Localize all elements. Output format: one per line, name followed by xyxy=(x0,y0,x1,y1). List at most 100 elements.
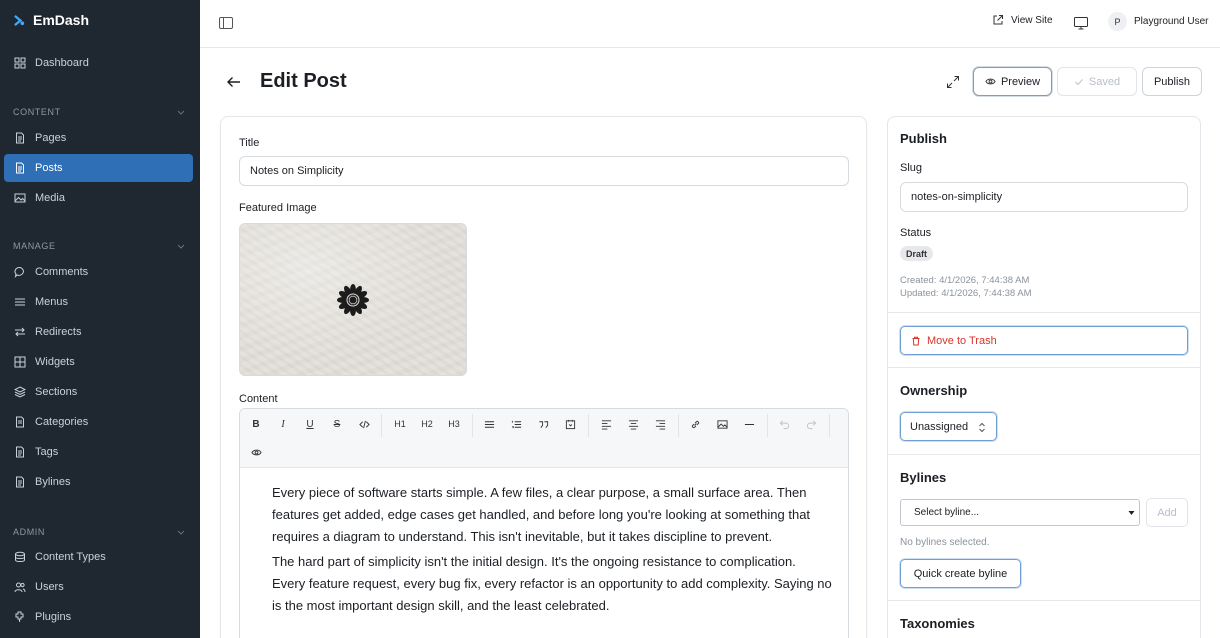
sidebar-item-label: Sections xyxy=(35,386,78,398)
code-block-button[interactable] xyxy=(562,416,578,432)
expand-icon[interactable] xyxy=(946,75,960,89)
blockquote-button[interactable] xyxy=(535,416,551,432)
tag-icon xyxy=(14,446,26,458)
sidebar-item-redirects[interactable]: Redirects xyxy=(4,318,193,346)
ordered-list-button[interactable] xyxy=(508,416,524,432)
ownership-select[interactable]: Unassigned xyxy=(900,412,997,441)
sidebar-item-label: Users xyxy=(35,581,64,593)
editor-content[interactable]: Every piece of software starts simple. A… xyxy=(240,468,848,617)
byline-select[interactable]: Select byline... xyxy=(900,499,1140,526)
sidebar: EmDash Dashboard CONTENT Pages Posts Med… xyxy=(0,0,200,638)
heading3-button[interactable]: H3 xyxy=(446,416,462,432)
undo-icon xyxy=(779,420,789,429)
external-link-icon xyxy=(993,15,1003,25)
horizontal-rule-icon xyxy=(744,423,754,425)
link-button[interactable] xyxy=(687,416,703,432)
code-block-icon xyxy=(565,419,575,429)
database-icon xyxy=(14,551,26,563)
sidebar-item-label: Widgets xyxy=(35,356,75,368)
redo-button[interactable] xyxy=(803,416,819,432)
editor-toolbar: B I U S H1 H2 H3 xyxy=(240,409,848,468)
sidebar-item-sections[interactable]: Sections xyxy=(4,378,193,406)
sidebar-item-posts[interactable]: Posts xyxy=(4,154,193,182)
sidebar-item-label: Dashboard xyxy=(35,57,89,69)
sidebar-item-menus[interactable]: Menus xyxy=(4,288,193,316)
sidebar-item-label: Posts xyxy=(35,162,63,174)
category-icon xyxy=(14,416,26,428)
preview-mode-button[interactable] xyxy=(248,444,264,460)
chevron-down-icon xyxy=(177,244,185,249)
strikethrough-button[interactable]: S xyxy=(329,416,345,432)
align-left-button[interactable] xyxy=(598,416,614,432)
add-byline-button[interactable]: Add xyxy=(1146,498,1188,527)
sidebar-item-plugins[interactable]: Plugins xyxy=(4,603,193,631)
align-left-icon xyxy=(601,419,611,430)
sidebar-item-comments[interactable]: Comments xyxy=(4,258,193,286)
heading1-button[interactable]: H1 xyxy=(392,416,408,432)
publish-label: Publish xyxy=(1153,75,1191,88)
slug-input[interactable]: notes-on-simplicity xyxy=(900,182,1188,212)
section-label-manage[interactable]: MANAGE xyxy=(13,241,185,251)
divider xyxy=(888,367,1200,368)
toolbar-divider xyxy=(767,414,768,437)
users-icon xyxy=(14,581,26,593)
code-button[interactable] xyxy=(356,416,372,432)
publish-button[interactable]: Publish xyxy=(1142,67,1202,96)
move-to-trash-button[interactable]: Move to Trash xyxy=(900,326,1188,355)
chevron-down-icon xyxy=(177,530,185,535)
italic-button[interactable]: I xyxy=(275,416,291,432)
brand[interactable]: EmDash xyxy=(0,0,200,40)
bold-button[interactable]: B xyxy=(248,416,264,432)
sidebar-toggle-icon[interactable] xyxy=(218,15,234,31)
created-timestamp: Created: 4/1/2026, 7:44:38 AM xyxy=(900,275,1030,286)
horizontal-rule-button[interactable] xyxy=(741,416,757,432)
sidebar-item-widgets[interactable]: Widgets xyxy=(4,348,193,376)
sidebar-item-label: Pages xyxy=(35,132,67,144)
featured-image[interactable] xyxy=(239,223,467,376)
sidebar-item-media[interactable]: Media xyxy=(4,184,193,212)
preview-button[interactable]: Preview xyxy=(973,67,1052,96)
user-menu[interactable]: P Playground User xyxy=(1108,12,1208,31)
post-icon xyxy=(14,162,26,174)
align-right-icon xyxy=(655,419,665,430)
section-label-content[interactable]: CONTENT xyxy=(13,107,185,117)
sidebar-item-users[interactable]: Users xyxy=(4,573,193,601)
section-label-admin[interactable]: ADMIN xyxy=(13,527,185,537)
ownership-heading: Ownership xyxy=(900,383,968,398)
sidebar-item-bylines[interactable]: Bylines xyxy=(4,468,193,496)
chevron-down-icon xyxy=(177,110,185,115)
sidebar-item-content-types[interactable]: Content Types xyxy=(4,543,193,571)
rich-text-editor: B I U S H1 H2 H3 Every piece of software… xyxy=(239,408,849,638)
quick-create-byline-button[interactable]: Quick create byline xyxy=(900,559,1021,588)
bullet-list-button[interactable] xyxy=(481,416,497,432)
section-title: ADMIN xyxy=(13,527,45,537)
no-bylines-text: No bylines selected. xyxy=(900,537,990,548)
underline-button[interactable]: U xyxy=(302,416,318,432)
heading2-button[interactable]: H2 xyxy=(419,416,435,432)
trash-label: Move to Trash xyxy=(927,334,997,347)
layers-icon xyxy=(14,386,26,398)
paragraph: The hard part of simplicity isn't the in… xyxy=(272,554,832,613)
publish-heading: Publish xyxy=(900,131,947,146)
view-site-link[interactable]: View Site xyxy=(992,14,1053,26)
app-name: EmDash xyxy=(33,12,90,28)
insert-image-button[interactable] xyxy=(714,416,730,432)
plugin-icon xyxy=(14,611,26,623)
monitor-icon[interactable] xyxy=(1073,15,1089,31)
sidebar-item-dashboard[interactable]: Dashboard xyxy=(4,49,193,77)
undo-button[interactable] xyxy=(776,416,792,432)
comment-icon xyxy=(14,266,26,278)
sidebar-item-categories[interactable]: Categories xyxy=(4,408,193,436)
byline-select-value: Select byline... xyxy=(914,507,980,518)
saved-button[interactable]: Saved xyxy=(1057,67,1137,96)
featured-image-label: Featured Image xyxy=(239,202,317,214)
title-input[interactable]: Notes on Simplicity xyxy=(239,156,849,186)
sidebar-item-pages[interactable]: Pages xyxy=(4,124,193,152)
menu-icon xyxy=(14,296,26,308)
back-arrow-icon[interactable] xyxy=(226,74,242,90)
ordered-list-icon xyxy=(511,420,521,428)
sidebar-item-tags[interactable]: Tags xyxy=(4,438,193,466)
align-right-button[interactable] xyxy=(652,416,668,432)
link-icon xyxy=(691,420,699,428)
align-center-button[interactable] xyxy=(625,416,641,432)
